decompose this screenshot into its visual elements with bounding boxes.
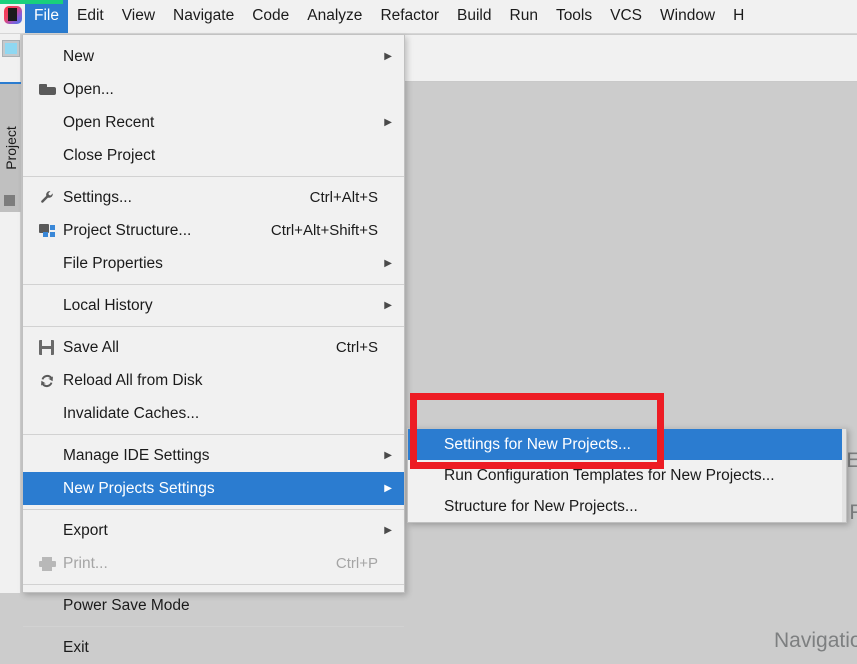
reload-icon (39, 373, 63, 389)
submenu-arrow-icon: ▶ (384, 524, 392, 536)
submenu-item-settings-for-new-projects[interactable]: Settings for New Projects... (408, 429, 846, 460)
menu-bar[interactable]: File Edit View Navigate Code Analyze Refactor B… (0, 0, 857, 34)
menu-item-new[interactable]: New ▶ (23, 40, 404, 73)
menu-item-label: Close Project (63, 146, 156, 164)
menu-item-label: File Properties (63, 254, 163, 272)
print-icon (39, 556, 63, 571)
intellij-idea-icon (1, 2, 25, 32)
new-projects-settings-submenu[interactable]: Settings for New Projects... Run Configur… (407, 428, 847, 523)
submenu-item-structure-for-new-projects[interactable]: Structure for New Projects... (408, 491, 846, 522)
menu-item-label: Power Save Mode (63, 596, 190, 614)
menubar-item-vcs[interactable]: VCS (601, 3, 651, 30)
menubar-item-h[interactable]: H (724, 3, 753, 30)
menubar-item-navigate[interactable]: Navigate (164, 3, 243, 30)
submenu-item-run-configuration-templates-for-new-projects[interactable]: Run Configuration Templates for New Proj… (408, 460, 846, 491)
menu-item-power-save-mode[interactable]: Power Save Mode (23, 589, 404, 622)
left-tool-rail: Project (0, 34, 21, 593)
menu-item-label: Invalidate Caches... (63, 404, 200, 422)
menubar-item-analyze[interactable]: Analyze (298, 3, 371, 30)
project-tab-icon (4, 195, 15, 206)
menubar-item-view[interactable]: View (113, 3, 164, 30)
menubar-item-code[interactable]: Code (243, 3, 298, 30)
menu-item-label: Open Recent (63, 113, 155, 131)
window-preview-icon[interactable] (2, 40, 20, 57)
file-menu-dropdown[interactable]: New ▶ Open... Open Recent ▶ Close Project Sett… (22, 35, 405, 656)
wrench-icon (39, 190, 63, 205)
menu-separator (23, 326, 404, 327)
menu-item-file-properties[interactable]: File Properties ▶ (23, 247, 404, 280)
menu-item-settings[interactable]: Settings... Ctrl+Alt+S (23, 181, 404, 214)
menu-item-open[interactable]: Open... (23, 73, 404, 106)
menu-item-label: Reload All from Disk (63, 371, 203, 389)
menu-item-project-structure[interactable]: Project Structure... Ctrl+Alt+Shift+S (23, 214, 404, 247)
submenu-scrollbar[interactable] (842, 429, 846, 522)
menu-item-shortcut: Ctrl+Alt+S (309, 189, 378, 206)
menu-item-save-all[interactable]: Save All Ctrl+S (23, 331, 404, 364)
structure-icon (39, 223, 63, 238)
submenu-item-label: Settings for New Projects... (444, 435, 631, 453)
menu-item-reload-all-from-disk[interactable]: Reload All from Disk (23, 364, 404, 397)
menu-item-invalidate-caches[interactable]: Invalidate Caches... (23, 397, 404, 430)
sidebar-item-project[interactable]: Project (0, 82, 21, 212)
menu-item-label: Save All (63, 338, 120, 356)
menu-item-exit[interactable]: Exit (23, 631, 404, 664)
menu-item-label: Export (63, 521, 108, 539)
menu-separator (23, 584, 404, 585)
menu-item-export[interactable]: Export ▶ (23, 514, 404, 547)
menubar-item-run[interactable]: Run (501, 3, 547, 30)
menubar-item-tools[interactable]: Tools (547, 3, 601, 30)
menu-item-manage-ide-settings[interactable]: Manage IDE Settings ▶ (23, 439, 404, 472)
menu-item-local-history[interactable]: Local History ▶ (23, 289, 404, 322)
submenu-arrow-icon: ▶ (384, 299, 392, 311)
menubar-item-edit[interactable]: Edit (68, 3, 113, 30)
menu-item-label: New (63, 47, 95, 65)
project-tab-label: Project (2, 126, 19, 170)
menu-item-close-project[interactable]: Close Project (23, 139, 404, 172)
menu-item-label: Settings... (63, 188, 132, 206)
menu-item-open-recent[interactable]: Open Recent ▶ (23, 106, 404, 139)
submenu-item-label: Run Configuration Templates for New Proj… (444, 466, 775, 484)
menu-item-label: Exit (63, 638, 89, 656)
submenu-arrow-icon: ▶ (384, 50, 392, 62)
submenu-item-label: Structure for New Projects... (444, 497, 638, 515)
hint-navigation-bar: Navigatio (774, 629, 857, 652)
menu-item-shortcut: Ctrl+S (335, 339, 378, 356)
menu-item-new-projects-settings[interactable]: New Projects Settings ▶ (23, 472, 404, 505)
submenu-arrow-icon: ▶ (384, 449, 392, 461)
save-icon (39, 340, 63, 355)
menubar-item-build[interactable]: Build (448, 3, 500, 30)
menu-separator (23, 434, 404, 435)
menu-item-label: Local History (63, 296, 153, 314)
menu-separator (23, 509, 404, 510)
menu-item-label: Manage IDE Settings (63, 446, 210, 464)
menu-item-print: Print... Ctrl+P (23, 547, 404, 580)
submenu-arrow-icon: ▶ (384, 116, 392, 128)
menu-separator (23, 284, 404, 285)
menu-separator (23, 176, 404, 177)
menubar-item-window[interactable]: Window (651, 3, 724, 30)
menu-separator (23, 626, 404, 627)
submenu-arrow-icon: ▶ (384, 482, 392, 494)
submenu-arrow-icon: ▶ (384, 257, 392, 269)
menubar-item-refactor[interactable]: Refactor (371, 3, 448, 30)
menu-item-shortcut: Ctrl+P (335, 555, 378, 572)
menu-item-label: Print... (63, 554, 108, 572)
menu-item-label: Open... (63, 80, 114, 98)
folder-icon (39, 83, 63, 96)
menu-item-label: New Projects Settings (63, 479, 215, 497)
menu-item-shortcut: Ctrl+Alt+Shift+S (270, 222, 378, 239)
menubar-item-file[interactable]: File (25, 0, 68, 33)
menu-item-label: Project Structure... (63, 221, 192, 239)
green-accent-strip (0, 0, 63, 4)
